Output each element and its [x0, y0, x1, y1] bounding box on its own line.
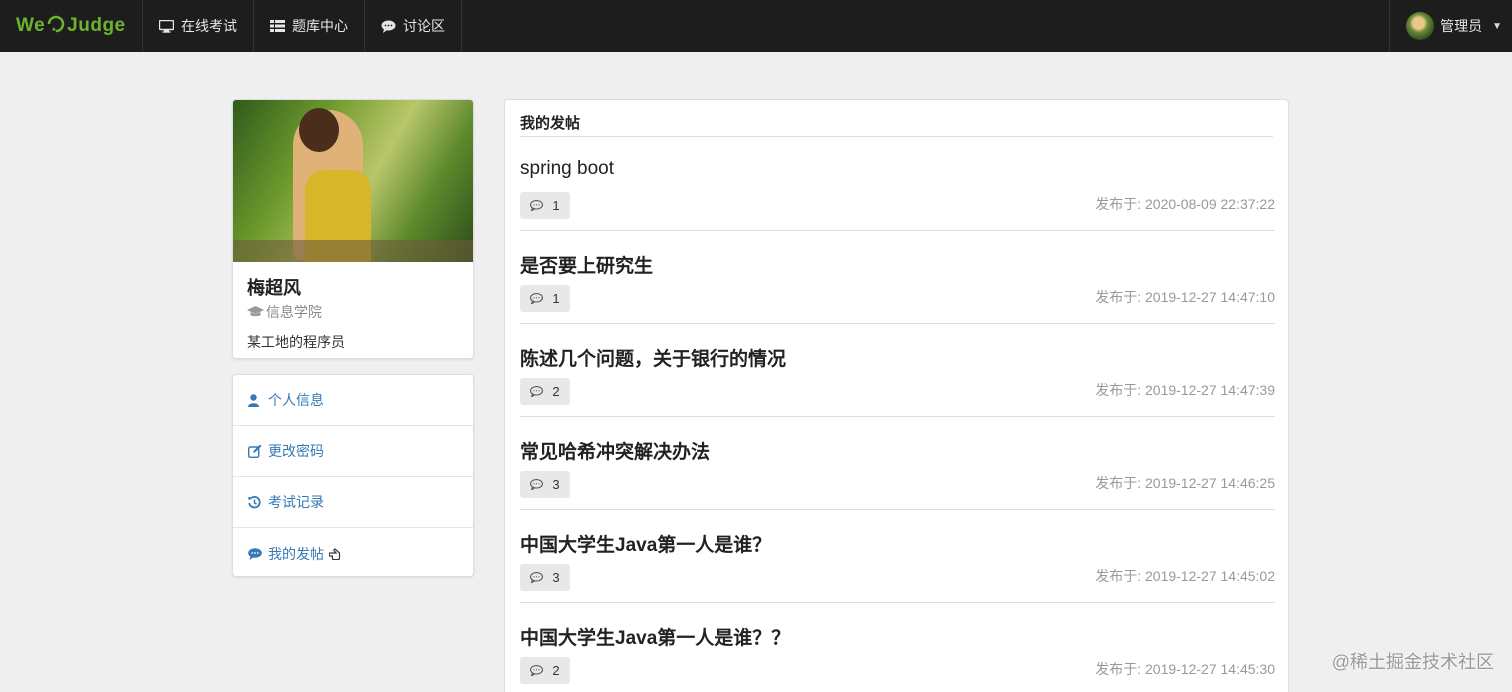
reply-count: 1 [552, 291, 560, 306]
brand-text-left: We [16, 15, 46, 36]
user-icon [248, 393, 268, 407]
reply-count-badge[interactable]: 3 [520, 564, 570, 591]
reply-count-badge[interactable]: 2 [520, 657, 570, 684]
post-item: 陈述几个问题，关于银行的情况 2 发布于: 2019-12-27 14:47:3… [520, 324, 1275, 417]
post-item: spring boot 1 发布于: 2020-08-09 22:37:22 [520, 138, 1275, 231]
reply-count: 3 [552, 477, 560, 492]
post-time: 发布于: 2019-12-27 14:46:25 [1095, 475, 1275, 491]
profile-photo [233, 100, 473, 262]
caret-down-icon: ▼ [1492, 20, 1502, 32]
nav-discussion-label: 讨论区 [403, 18, 445, 34]
top-navbar: We Judge 在线考试 题库中心 讨论区 管理员 ▼ [0, 0, 1512, 52]
comment-icon [530, 665, 544, 676]
profile-bio: 某工地的程序员 [247, 334, 345, 350]
nav-question-bank-label: 题库中心 [292, 18, 348, 34]
nav-question-bank[interactable]: 题库中心 [254, 0, 365, 52]
post-item: 是否要上研究生 1 发布于: 2019-12-27 14:47:10 [520, 231, 1275, 324]
post-time: 发布于: 2019-12-27 14:47:10 [1095, 289, 1275, 305]
graduation-cap-icon [247, 306, 264, 318]
avatar [1406, 12, 1435, 40]
sidebar-menu: 个人信息 更改密码 考试记录 我的发帖 [232, 374, 474, 577]
profile-name: 梅超风 [247, 278, 301, 298]
post-item: 常见哈希冲突解决办法 3 发布于: 2019-12-27 14:46:25 [520, 417, 1275, 510]
reply-count: 3 [552, 570, 560, 585]
profile-college: 信息学院 [233, 300, 473, 322]
hand-pointer-icon [329, 547, 344, 560]
nav-online-exam[interactable]: 在线考试 [143, 0, 254, 52]
post-time: 发布于: 2019-12-27 14:45:02 [1095, 568, 1275, 584]
post-title[interactable]: spring boot [520, 158, 614, 180]
sidebar-item-label: 考试记录 [268, 494, 324, 510]
reply-count-badge[interactable]: 1 [520, 285, 570, 312]
user-menu-toggle[interactable]: 管理员 ▼ [1389, 0, 1512, 52]
post-item: 中国大学生Java第一人是谁？？ 2 发布于: 2019-12-27 14:45… [520, 603, 1275, 692]
sidebar-item-my-posts[interactable]: 我的发帖 [233, 528, 473, 579]
list-icon [270, 20, 285, 32]
comment-icon [381, 20, 396, 33]
post-time: 发布于: 2019-12-27 14:47:39 [1095, 382, 1275, 398]
sidebar-item-label: 个人信息 [268, 392, 324, 408]
post-title[interactable]: 常见哈希冲突解决办法 [520, 437, 710, 464]
comment-icon [530, 200, 544, 211]
sidebar-item-profile-info[interactable]: 个人信息 [233, 375, 473, 426]
reply-count: 1 [552, 198, 560, 213]
post-title[interactable]: 中国大学生Java第一人是谁？？ [520, 623, 790, 650]
comment-icon [530, 479, 544, 490]
post-item: 中国大学生Java第一人是谁？ 3 发布于: 2019-12-27 14:45:… [520, 510, 1275, 603]
sidebar-item-label: 更改密码 [268, 443, 324, 459]
reply-count: 2 [552, 384, 560, 399]
reply-count-badge[interactable]: 2 [520, 378, 570, 405]
profile-card: 梅超风 信息学院 某工地的程序员 [232, 99, 474, 359]
post-title[interactable]: 中国大学生Java第一人是谁？ [520, 530, 771, 557]
edit-icon [248, 444, 268, 458]
watermark: @稀土掘金技术社区 [1331, 652, 1494, 672]
post-title[interactable]: 陈述几个问题，关于银行的情况 [520, 344, 786, 371]
comment-icon [530, 386, 544, 397]
brand-logo[interactable]: We Judge [0, 0, 143, 52]
sidebar-item-change-password[interactable]: 更改密码 [233, 426, 473, 477]
my-posts-panel: 我的发帖 spring boot 1 发布于: 2020-08-09 22:37… [504, 99, 1289, 692]
post-title[interactable]: 是否要上研究生 [520, 251, 653, 278]
nav-discussion[interactable]: 讨论区 [365, 0, 462, 52]
comment-icon [530, 572, 544, 583]
reply-count-badge[interactable]: 3 [520, 471, 570, 498]
post-time: 发布于: 2020-08-09 22:37:22 [1095, 196, 1275, 212]
reply-count-badge[interactable]: 1 [520, 192, 570, 219]
user-name: 管理员 [1440, 18, 1483, 34]
panel-title: 我的发帖 [520, 100, 1273, 137]
monitor-icon [159, 19, 174, 33]
swirl-icon [46, 15, 66, 38]
sidebar-item-label: 我的发帖 [268, 545, 324, 562]
history-icon [248, 495, 268, 509]
profile-college-label: 信息学院 [266, 304, 322, 320]
reply-count: 2 [552, 663, 560, 678]
comment-icon [530, 293, 544, 304]
comment-icon [248, 547, 268, 560]
post-time: 发布于: 2019-12-27 14:45:30 [1095, 661, 1275, 677]
sidebar-item-exam-records[interactable]: 考试记录 [233, 477, 473, 528]
brand-text-right: Judge [67, 15, 126, 36]
nav-online-exam-label: 在线考试 [181, 18, 237, 34]
